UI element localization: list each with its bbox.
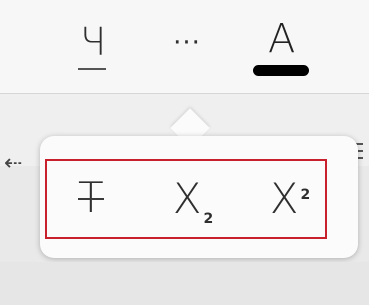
- superscript-button[interactable]: X2: [255, 161, 325, 237]
- underline-button[interactable]: Ч: [58, 0, 128, 93]
- format-toolbar: Ч ··· A: [0, 0, 369, 94]
- strikethrough-icon: T: [78, 173, 104, 222]
- superscript-icon: X2: [269, 174, 311, 223]
- subscript-icon: X2: [172, 174, 214, 228]
- font-color-swatch: [253, 64, 309, 76]
- document-area: [0, 262, 369, 305]
- underline-icon: Ч: [70, 17, 116, 77]
- more-options-button[interactable]: ···: [152, 0, 222, 93]
- arrow-left-icon[interactable]: ⇠: [4, 150, 22, 176]
- underline-bar: [78, 67, 106, 70]
- strikethrough-button[interactable]: T: [64, 161, 120, 237]
- subscript-button[interactable]: X2: [158, 161, 228, 237]
- font-color-button[interactable]: A: [238, 0, 328, 93]
- strike-line: [78, 198, 104, 200]
- more-options-icon: ···: [173, 27, 201, 58]
- font-color-icon: A: [251, 12, 315, 82]
